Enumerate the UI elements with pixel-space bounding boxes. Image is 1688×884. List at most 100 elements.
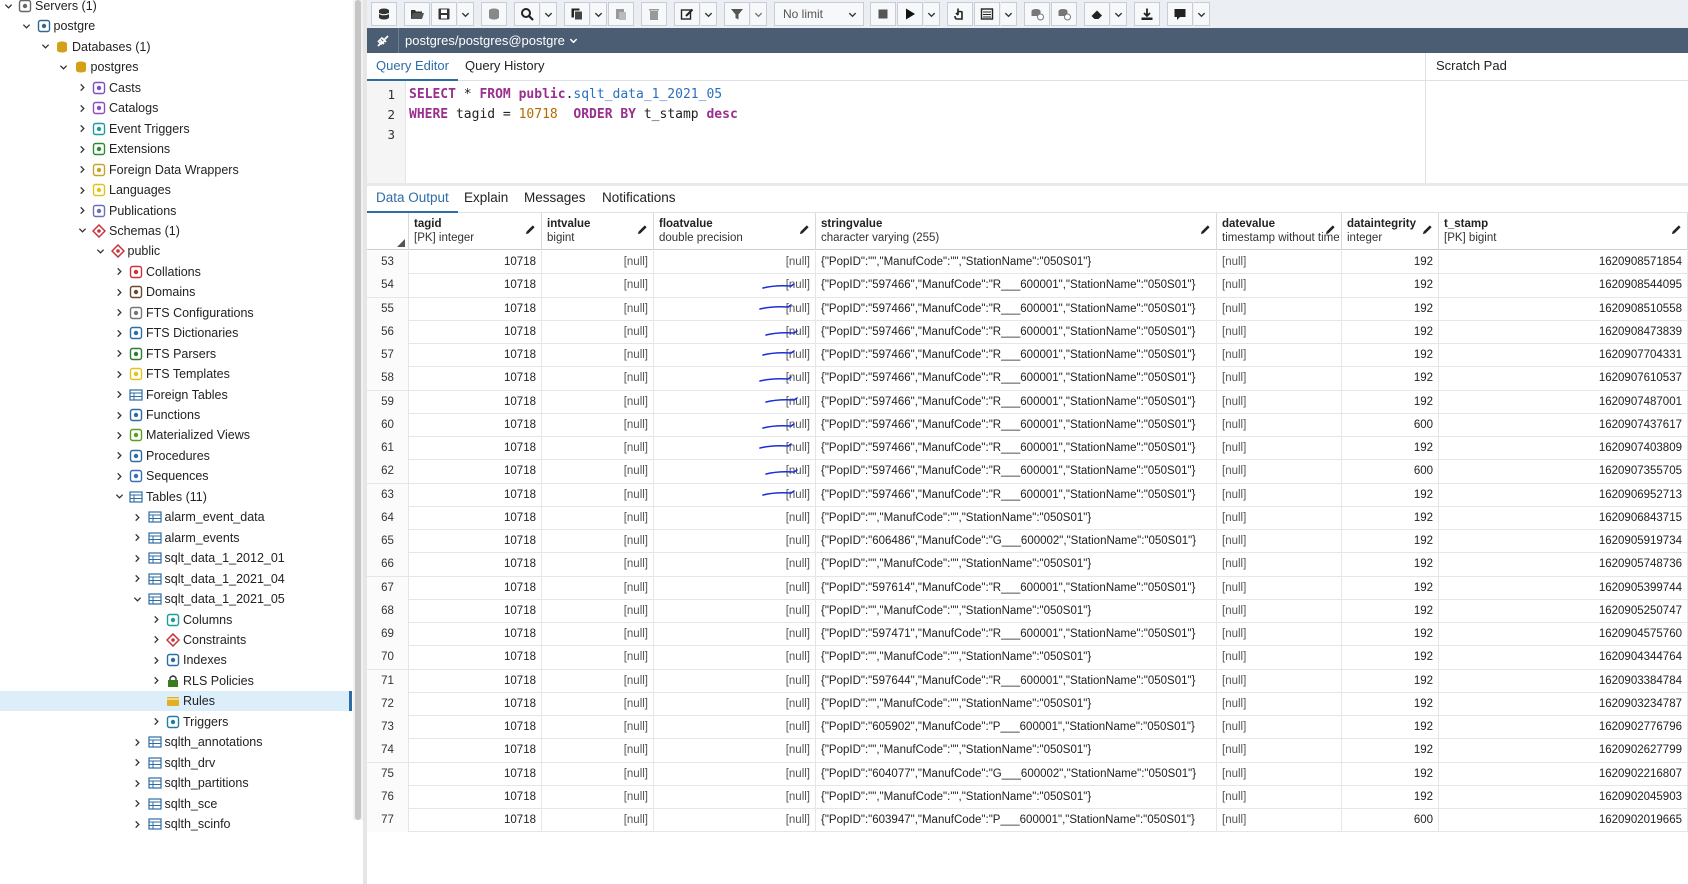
table-row[interactable]: 55 10718 [null] [null] {"PopID":"597466","Ma…	[367, 297, 1688, 321]
tree-scrollbar-thumb[interactable]	[355, 0, 361, 820]
cell-t_stamp[interactable]: 1620908571854	[1439, 251, 1688, 274]
table-row[interactable]: 57 10718 [null] [null] {"PopID":"597466","Ma…	[367, 344, 1688, 368]
cell-t_stamp[interactable]: 1620908544095	[1439, 274, 1688, 298]
chevron-right-icon[interactable]	[113, 327, 125, 339]
tree-item[interactable]: Catalogs	[0, 98, 352, 118]
cell-datevalue[interactable]: [null]	[1217, 344, 1342, 367]
cell-tagid[interactable]: 10718	[409, 576, 542, 600]
tree-item[interactable]: Publications	[0, 201, 352, 221]
execute-icon[interactable]	[897, 2, 923, 26]
cell-dataintegrity[interactable]: 192	[1342, 623, 1439, 646]
table-row[interactable]: 66 10718 [null] [null] {"PopID":"","ManufCod…	[367, 553, 1688, 577]
table-row[interactable]: 59 10718 [null] [null] {"PopID":"597466","Ma…	[367, 390, 1688, 414]
cell-stringvalue[interactable]: {"PopID":"597614","ManufCode":"R___60000…	[816, 576, 1217, 600]
cell-dataintegrity[interactable]: 192	[1342, 344, 1439, 367]
cell-datevalue[interactable]: [null]	[1217, 506, 1342, 530]
chevron-right-icon[interactable]	[76, 123, 88, 135]
cell-tagid[interactable]: 10718	[409, 716, 542, 739]
cell-t_stamp[interactable]: 1620907437617	[1439, 413, 1688, 437]
cell-intvalue[interactable]: [null]	[542, 599, 654, 623]
tree-item[interactable]: FTS Parsers	[0, 344, 352, 364]
cell-stringvalue[interactable]: {"PopID":"","ManufCode":"","StationName"…	[816, 646, 1217, 670]
table-row[interactable]: 64 10718 [null] [null] {"PopID":"","ManufCod…	[367, 506, 1688, 530]
table-row[interactable]: 73 10718 [null] [null] {"PopID":"605902","Ma…	[367, 716, 1688, 740]
cell-intvalue[interactable]: [null]	[542, 483, 654, 507]
cell-intvalue[interactable]: [null]	[542, 320, 654, 344]
chevron-right-icon[interactable]	[76, 143, 88, 155]
tree-item[interactable]: Foreign Tables	[0, 385, 352, 405]
column-header-t_stamp[interactable]: t_stamp [PK] bigint	[1439, 213, 1688, 250]
row-number[interactable]: 70	[367, 646, 409, 670]
cell-stringvalue[interactable]: {"PopID":"597466","ManufCode":"R___60000…	[816, 413, 1217, 437]
chevron-down-icon[interactable]	[76, 225, 88, 237]
chevron-right-icon[interactable]	[150, 675, 162, 687]
cell-datevalue[interactable]: [null]	[1217, 437, 1342, 460]
tree-item[interactable]: Columns	[0, 610, 352, 630]
cell-intvalue[interactable]: [null]	[542, 646, 654, 670]
tree-item[interactable]: Functions	[0, 405, 352, 425]
tree-scrollbar[interactable]	[353, 0, 363, 820]
tree-item[interactable]: sqlth_drv	[0, 753, 352, 773]
tree-item[interactable]: Extensions	[0, 139, 352, 159]
cell-tagid[interactable]: 10718	[409, 460, 542, 484]
explain-icon[interactable]	[947, 2, 973, 26]
cell-dataintegrity[interactable]: 192	[1342, 483, 1439, 507]
cell-floatvalue[interactable]: [null]	[654, 367, 816, 391]
table-row[interactable]: 58 10718 [null] [null] {"PopID":"597466","Ma…	[367, 367, 1688, 391]
row-number[interactable]: 59	[367, 390, 409, 414]
pencil-icon[interactable]	[799, 224, 810, 235]
table-row[interactable]: 76 10718 [null] [null] {"PopID":"","ManufCod…	[367, 785, 1688, 809]
sql-editor[interactable]: 1 2 3 SELECT * FROM public.sqlt_data_1_2…	[367, 81, 1425, 183]
tree-item[interactable]: sqlth_annotations	[0, 732, 352, 752]
tree-item[interactable]: Servers (1)	[0, 0, 352, 16]
cell-datevalue[interactable]: [null]	[1217, 251, 1342, 274]
cell-tagid[interactable]: 10718	[409, 669, 542, 693]
pencil-icon[interactable]	[1200, 224, 1211, 235]
cell-datevalue[interactable]: [null]	[1217, 576, 1342, 600]
cell-intvalue[interactable]: [null]	[542, 762, 654, 786]
cell-stringvalue[interactable]: {"PopID":"597466","ManufCode":"R___60000…	[816, 320, 1217, 344]
cell-tagid[interactable]: 10718	[409, 692, 542, 716]
cell-dataintegrity[interactable]: 192	[1342, 716, 1439, 739]
cell-dataintegrity[interactable]: 600	[1342, 809, 1439, 832]
cell-dataintegrity[interactable]: 192	[1342, 576, 1439, 600]
cell-t_stamp[interactable]: 1620902776796	[1439, 716, 1688, 739]
commit-icon[interactable]	[1024, 2, 1050, 26]
table-row[interactable]: 67 10718 [null] [null] {"PopID":"597614","Ma…	[367, 576, 1688, 600]
cell-tagid[interactable]: 10718	[409, 367, 542, 391]
cell-floatvalue[interactable]: [null]	[654, 530, 816, 553]
cell-stringvalue[interactable]: {"PopID":"597466","ManufCode":"R___60000…	[816, 483, 1217, 507]
cell-dataintegrity[interactable]: 192	[1342, 367, 1439, 391]
cell-stringvalue[interactable]: {"PopID":"597466","ManufCode":"R___60000…	[816, 297, 1217, 321]
tree-item[interactable]: sqlth_partitions	[0, 773, 352, 793]
cell-floatvalue[interactable]: [null]	[654, 320, 816, 344]
clear-dropdown-icon[interactable]	[1111, 2, 1127, 26]
row-number[interactable]: 73	[367, 716, 409, 739]
chevron-right-icon[interactable]	[132, 511, 144, 523]
cell-datevalue[interactable]: [null]	[1217, 320, 1342, 344]
tree-item[interactable]: Collations	[0, 262, 352, 282]
cell-floatvalue[interactable]: [null]	[654, 483, 816, 507]
tree-item[interactable]: RLS Policies	[0, 671, 352, 691]
cell-t_stamp[interactable]: 1620902045903	[1439, 785, 1688, 809]
row-number[interactable]: 53	[367, 251, 409, 274]
cell-intvalue[interactable]: [null]	[542, 413, 654, 437]
find-dropdown-icon[interactable]	[541, 2, 557, 26]
table-row[interactable]: 71 10718 [null] [null] {"PopID":"597644","Ma…	[367, 669, 1688, 693]
row-number[interactable]: 75	[367, 762, 409, 786]
table-row[interactable]: 65 10718 [null] [null] {"PopID":"606486","Ma…	[367, 530, 1688, 554]
cell-t_stamp[interactable]: 1620902627799	[1439, 739, 1688, 763]
tree-item[interactable]: Foreign Data Wrappers	[0, 160, 352, 180]
row-number[interactable]: 56	[367, 320, 409, 344]
tree-item[interactable]: FTS Dictionaries	[0, 323, 352, 343]
cell-floatvalue[interactable]: [null]	[654, 413, 816, 437]
cell-floatvalue[interactable]: [null]	[654, 739, 816, 763]
cell-stringvalue[interactable]: {"PopID":"597471","ManufCode":"R___60000…	[816, 623, 1217, 646]
cell-tagid[interactable]: 10718	[409, 506, 542, 530]
tree-item[interactable]: alarm_events	[0, 528, 352, 548]
chevron-right-icon[interactable]	[113, 450, 125, 462]
cell-tagid[interactable]: 10718	[409, 599, 542, 623]
cell-tagid[interactable]: 10718	[409, 785, 542, 809]
cell-stringvalue[interactable]: {"PopID":"597466","ManufCode":"R___60000…	[816, 344, 1217, 367]
row-number[interactable]: 58	[367, 367, 409, 391]
